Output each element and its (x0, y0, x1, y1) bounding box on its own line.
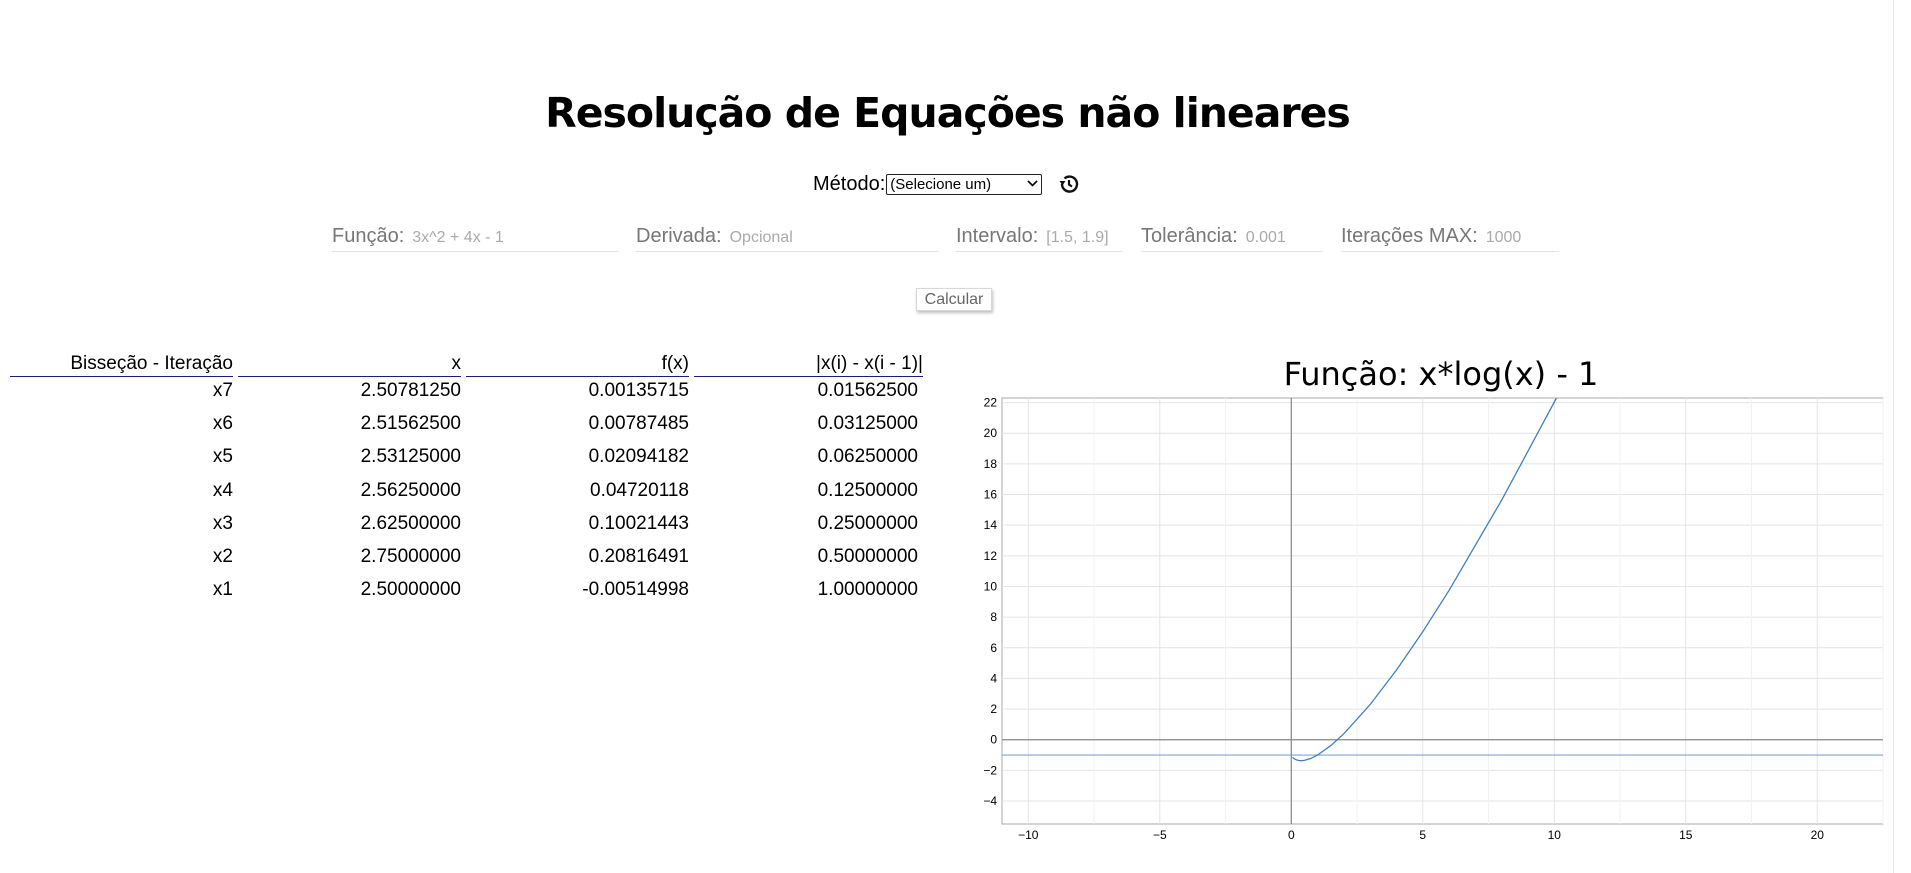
column-header-x: x (238, 350, 461, 377)
funcao-input[interactable]: 3x^2 + 4x - 1 (412, 228, 504, 248)
method-select[interactable]: (Selecione um) (886, 173, 1043, 195)
y-tick-label: 18 (984, 457, 998, 471)
x-tick-label: 15 (1679, 828, 1693, 842)
table-cell: 0.12500000 (817, 479, 918, 501)
tolerancia-label: Tolerância: (1141, 225, 1238, 247)
intervalo-field[interactable]: Intervalo: [1.5, 1.9] (956, 225, 1122, 252)
x-tick-label: 0 (1288, 828, 1295, 842)
derivada-input[interactable]: Opcional (730, 228, 793, 248)
function-chart: −10 −5 0 5 10 15 20 −4 −2 0 2 4 6 8 10 12 14 16 18 20 22 (983, 396, 1884, 842)
table-cell: 0.06250000 (817, 446, 918, 468)
iteracoes-input[interactable]: 1000 (1486, 228, 1522, 248)
table-cell: 0.50000000 (817, 546, 918, 567)
calcular-button[interactable]: Calcular (916, 288, 992, 311)
table-cell: 2.50781250 (360, 380, 461, 401)
table-cell: 2.62500000 (360, 512, 461, 534)
derivada-field[interactable]: Derivada: Opcional (636, 225, 938, 252)
column-header-iteration: Bisseção - Iteração (10, 350, 233, 377)
intervalo-input[interactable]: [1.5, 1.9] (1046, 228, 1108, 248)
table-cell: 0.03125000 (817, 413, 918, 435)
y-tick-label: −4 (983, 794, 997, 808)
table-cell: 0.25000000 (817, 512, 918, 534)
table-cell: 2.53125000 (360, 446, 461, 468)
table-cell: 0.00787485 (588, 413, 689, 435)
y-tick-label: 8 (990, 610, 997, 624)
table-cell: 2.75000000 (360, 546, 461, 567)
tolerancia-input[interactable]: 0.001 (1246, 228, 1286, 248)
tolerancia-field[interactable]: Tolerância: 0.001 (1141, 225, 1323, 252)
method-select-value: (Selecione um) (890, 175, 992, 193)
table-cell: 0.02094182 (588, 446, 689, 468)
iteracoes-field[interactable]: Iterações MAX: 1000 (1341, 225, 1559, 252)
method-label: Método: (813, 172, 886, 195)
y-tick-label: −2 (983, 763, 997, 777)
y-tick-label: 12 (984, 549, 998, 563)
column-header-fx: f(x) (466, 350, 689, 377)
y-tick-label: 16 (984, 488, 998, 502)
y-tick-label: 4 (990, 671, 997, 685)
table-cell: x2 (212, 546, 233, 567)
history-icon[interactable] (1056, 171, 1082, 197)
vertical-scrollbar[interactable] (1893, 0, 1911, 873)
table-cell: 0.20816491 (588, 546, 689, 567)
table-cell: x6 (212, 413, 233, 435)
y-tick-label: 14 (984, 518, 998, 532)
funcao-field[interactable]: Função: 3x^2 + 4x - 1 (332, 225, 618, 252)
table-cell: 0.10021443 (588, 512, 689, 534)
table-cell: 2.56250000 (360, 479, 461, 501)
intervalo-label: Intervalo: (956, 225, 1039, 247)
derivada-label: Derivada: (636, 225, 722, 247)
y-tick-label: 20 (984, 426, 998, 440)
chart-title: Função: x*log(x) - 1 (1283, 355, 1599, 393)
table-cell: x4 (212, 479, 233, 501)
chevron-down-icon (1023, 178, 1041, 190)
table-cell: x3 (212, 512, 233, 534)
table-cell: x5 (212, 446, 233, 468)
table-cell: 2.51562500 (360, 413, 461, 435)
x-tick-label: 10 (1548, 828, 1562, 842)
table-cell: 0.00135715 (588, 380, 689, 401)
table-cell: 2.50000000 (360, 579, 461, 601)
table-cell: x7 (212, 380, 233, 401)
table-cell: 0.01562500 (817, 380, 918, 401)
page-title: Resolução de Equações não lineares (545, 89, 1351, 137)
iteracoes-label: Iterações MAX: (1341, 225, 1478, 247)
method-row: Método: (Selecione um) (813, 172, 1082, 196)
y-tick-label: 6 (990, 641, 997, 655)
x-tick-label: −5 (1153, 828, 1167, 842)
table-cell: 0.04720118 (590, 479, 689, 501)
table-cell: -0.00514998 (582, 579, 689, 601)
x-tick-label: 5 (1419, 828, 1426, 842)
x-tick-label: −10 (1018, 828, 1039, 842)
plot-area (1001, 397, 1884, 825)
x-tick-label: 20 (1811, 828, 1825, 842)
funcao-label: Função: (332, 225, 405, 247)
y-tick-label: 22 (984, 396, 998, 410)
y-tick-label: 10 (984, 579, 998, 593)
y-tick-label: 0 (990, 733, 997, 747)
column-header-error: |x(i) - x(i - 1)| (694, 350, 923, 377)
table-cell: x1 (212, 579, 233, 601)
table-cell: 1.00000000 (817, 579, 918, 601)
y-tick-label: 2 (990, 702, 997, 716)
